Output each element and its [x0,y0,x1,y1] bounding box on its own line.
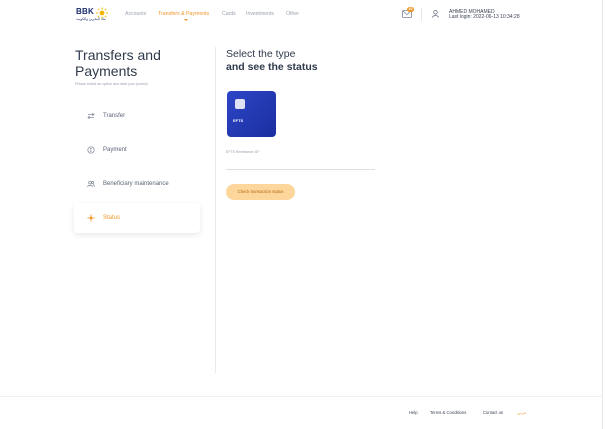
sidebar-item-beneficiary-maintenance[interactable]: Beneficiary maintenance [74,169,200,199]
mail-badge: 10 [407,7,414,12]
top-header: BBK بنك البحرين والكويت Accounts Transfe… [0,0,606,30]
footer-contact-link[interactable]: Contact us [483,410,503,415]
card-icon [235,99,245,109]
status-icon [87,214,95,222]
page-subtitle: Please select an option and start your j… [75,82,148,86]
window-edge [602,0,606,429]
remittance-id-label: EFTS Remittance ID* [226,150,260,154]
footer-divider [0,396,606,397]
nav-cards[interactable]: Cards [222,11,236,17]
footer-language-link[interactable]: عربي [517,410,526,415]
nav-transfers-payments[interactable]: Transfers & Payments [158,11,209,17]
sidebar-item-label: Status [103,215,121,221]
last-login: Last login: 2022-06-13 10:34:28 [449,14,520,20]
header-divider [421,8,422,21]
panel-divider [215,47,216,373]
bbk-logo[interactable]: BBK بنك البحرين والكويت [76,7,110,25]
sidebar-item-label: Beneficiary maintenance [103,181,169,187]
payment-icon [87,146,95,154]
section-title-line-1: Select the type [226,48,296,60]
efts-card-label: EFTS [233,118,244,123]
transfer-arrows-icon [87,112,95,120]
user-icon[interactable] [432,10,439,18]
sidebar-item-status[interactable]: Status [74,203,200,233]
efts-card[interactable]: EFTS [227,91,276,137]
logo-text: BBK [76,7,94,16]
footer-help-link[interactable]: Help [409,410,418,415]
nav-accounts[interactable]: Accounts [125,11,146,17]
footer-terms-link[interactable]: Terms & Conditions [430,410,466,415]
users-icon [87,180,95,188]
logo-arabic-text: بنك البحرين والكويت [76,17,106,21]
sidebar-item-transfer[interactable]: Transfer [74,101,200,131]
nav-other[interactable]: Other [286,11,299,17]
section-title: Select the type and see the status [226,48,386,74]
active-nav-indicator [184,19,188,21]
nav-investments[interactable]: Investments [246,11,274,17]
sidebar-item-payment[interactable]: Payment [74,135,200,165]
section-title-line-2: and see the status [226,61,318,73]
check-transaction-status-button[interactable]: Check transaction status [226,184,295,200]
page-title: Transfers and Payments [75,47,161,79]
remittance-id-input[interactable] [226,169,375,170]
sidebar-item-label: Transfer [103,113,126,119]
sidebar-item-label: Payment [103,147,127,153]
